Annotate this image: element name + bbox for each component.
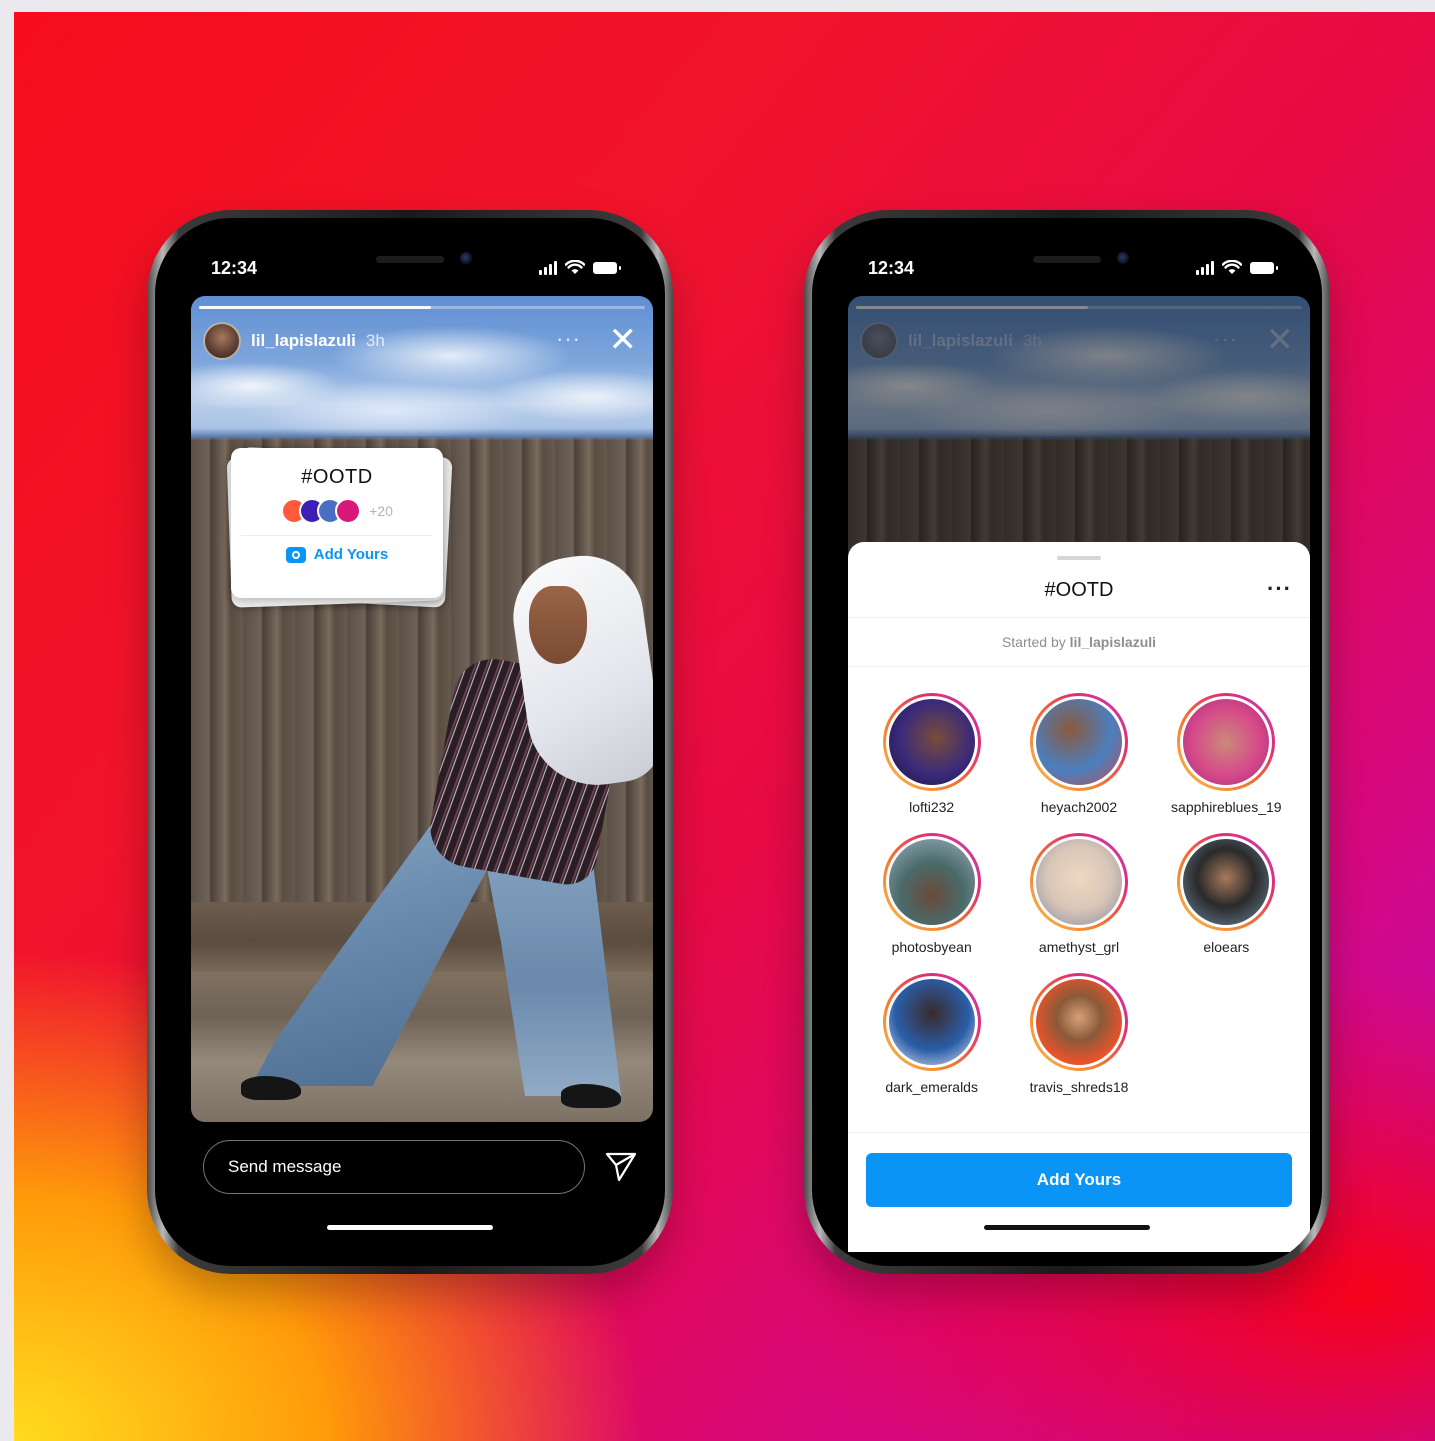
phone-right: 12:34 lil_lapislazuli 3h ··· ✕ #OOTD ···… — [804, 210, 1330, 1274]
close-icon[interactable]: ✕ — [609, 322, 638, 358]
add-yours-button[interactable]: Add Yours — [231, 546, 443, 563]
participant-username: sapphireblues_19 — [1171, 799, 1282, 815]
avatar — [335, 498, 362, 524]
participant-username: travis_shreds18 — [1029, 1079, 1129, 1095]
sky-clouds — [848, 296, 1310, 436]
story-ring — [1029, 693, 1128, 791]
story-ring — [882, 833, 981, 931]
signal-icon — [539, 260, 557, 275]
sticker-card[interactable]: #OOTD +20 Add Yours — [231, 448, 443, 598]
story-progress-bar — [856, 306, 1302, 309]
wifi-icon — [1222, 260, 1242, 274]
avatar — [860, 322, 898, 360]
sheet-title: #OOTD — [1044, 579, 1114, 601]
sheet-drag-handle[interactable] — [1057, 556, 1101, 560]
participant-username: dark_emeralds — [885, 1079, 978, 1095]
started-by: Started by lil_lapislazuli — [848, 618, 1310, 667]
status-bar: 12:34 — [868, 256, 1278, 280]
participant-username: photosbyean — [891, 939, 972, 955]
avatar — [1032, 976, 1125, 1068]
status-icons — [539, 260, 621, 275]
send-message-input[interactable]: Send message — [203, 1140, 585, 1194]
close-icon: ✕ — [1265, 321, 1295, 359]
status-time: 12:34 — [868, 258, 915, 278]
story-ring — [1029, 973, 1128, 1071]
story-progress-bar — [199, 306, 645, 309]
story-ring — [882, 693, 981, 791]
add-yours-sheet: #OOTD ··· Started by lil_lapislazuli lof… — [848, 542, 1310, 1252]
avatar[interactable] — [203, 322, 241, 360]
wifi-icon — [565, 260, 585, 274]
battery-icon — [1250, 261, 1278, 274]
signal-icon — [1196, 260, 1214, 275]
more-options-icon[interactable]: ··· — [1267, 576, 1292, 602]
participant-username: amethyst_grl — [1038, 939, 1120, 955]
participant-count: +20 — [369, 503, 393, 519]
participants-grid: lofti232 heyach2002 sapphireblues_19 pho… — [848, 667, 1310, 1095]
story-ring — [1029, 833, 1128, 931]
started-by-user[interactable]: lil_lapislazuli — [1070, 634, 1156, 650]
story-ring — [882, 973, 981, 1071]
story-progress-fill — [199, 306, 431, 309]
participant-item[interactable]: amethyst_grl — [1005, 833, 1152, 955]
phone-screen: 12:34 lil_lapislazuli 3h ··· ✕ #OOTD ···… — [812, 218, 1322, 1266]
status-icons — [1196, 260, 1278, 275]
add-yours-sticker[interactable]: #OOTD +20 Add Yours — [226, 446, 453, 608]
story-timestamp: 3h — [365, 331, 385, 350]
participant-item[interactable]: dark_emeralds — [858, 973, 1005, 1095]
story-timestamp: 3h — [1022, 331, 1042, 350]
story-header: lil_lapislazuli 3h ··· ✕ — [203, 320, 641, 362]
story-view[interactable]: lil_lapislazuli 3h ··· ✕ #OOTD +20 Add Y… — [191, 296, 653, 1122]
story-ring — [1177, 833, 1276, 931]
home-indicator[interactable] — [327, 1225, 493, 1230]
home-indicator[interactable] — [984, 1225, 1150, 1230]
avatar — [885, 696, 978, 788]
participant-username: eloears — [1203, 939, 1250, 955]
avatar — [1032, 696, 1125, 788]
phone-left: 12:34 lil_lapislazuli 3h ··· ✕ #OOTD +20… — [147, 210, 673, 1274]
battery-icon — [593, 261, 621, 274]
participant-username: lofti232 — [909, 799, 955, 815]
sticker-divider — [241, 535, 433, 536]
more-options-icon[interactable]: ··· — [556, 326, 581, 352]
participant-item[interactable]: eloears — [1153, 833, 1300, 955]
send-icon[interactable] — [603, 1148, 639, 1184]
add-yours-label: Add Yours — [313, 546, 389, 563]
story-header: lil_lapislazuli 3h ··· ✕ — [860, 320, 1298, 362]
figure-face — [529, 586, 587, 664]
participant-item[interactable]: sapphireblues_19 — [1153, 693, 1300, 815]
status-time: 12:34 — [211, 258, 258, 278]
camera-icon — [285, 546, 306, 563]
sticker-title: #OOTD — [301, 466, 373, 488]
story-photo-subject — [231, 548, 653, 1116]
story-username[interactable]: lil_lapislazuli — [251, 331, 356, 351]
sky-clouds — [191, 296, 653, 436]
story-username: lil_lapislazuli — [908, 331, 1013, 350]
phone-screen: 12:34 lil_lapislazuli 3h ··· ✕ #OOTD +20… — [155, 218, 665, 1266]
story-progress-fill — [856, 306, 1088, 309]
participant-item[interactable]: heyach2002 — [1005, 693, 1152, 815]
avatar — [1180, 836, 1273, 928]
add-yours-button[interactable]: Add Yours — [866, 1153, 1292, 1207]
started-by-prefix: Started by — [1001, 634, 1066, 650]
gradient-background: 12:34 lil_lapislazuli 3h ··· ✕ #OOTD +20… — [14, 12, 1435, 1441]
avatar — [885, 976, 978, 1068]
participant-item[interactable]: travis_shreds18 — [1005, 973, 1152, 1095]
participant-username: heyach2002 — [1040, 799, 1118, 815]
sheet-footer: Add Yours — [848, 1132, 1310, 1207]
more-options-icon: ··· — [1213, 326, 1238, 351]
sticker-participant-avatars: +20 — [231, 497, 443, 525]
avatar — [1032, 836, 1125, 928]
sheet-header: #OOTD ··· — [848, 562, 1310, 618]
story-ring — [1177, 693, 1276, 791]
avatar — [885, 836, 978, 928]
participant-item[interactable]: lofti232 — [858, 693, 1005, 815]
status-bar: 12:34 — [211, 256, 621, 280]
participant-item[interactable]: photosbyean — [858, 833, 1005, 955]
avatar — [1180, 696, 1273, 788]
